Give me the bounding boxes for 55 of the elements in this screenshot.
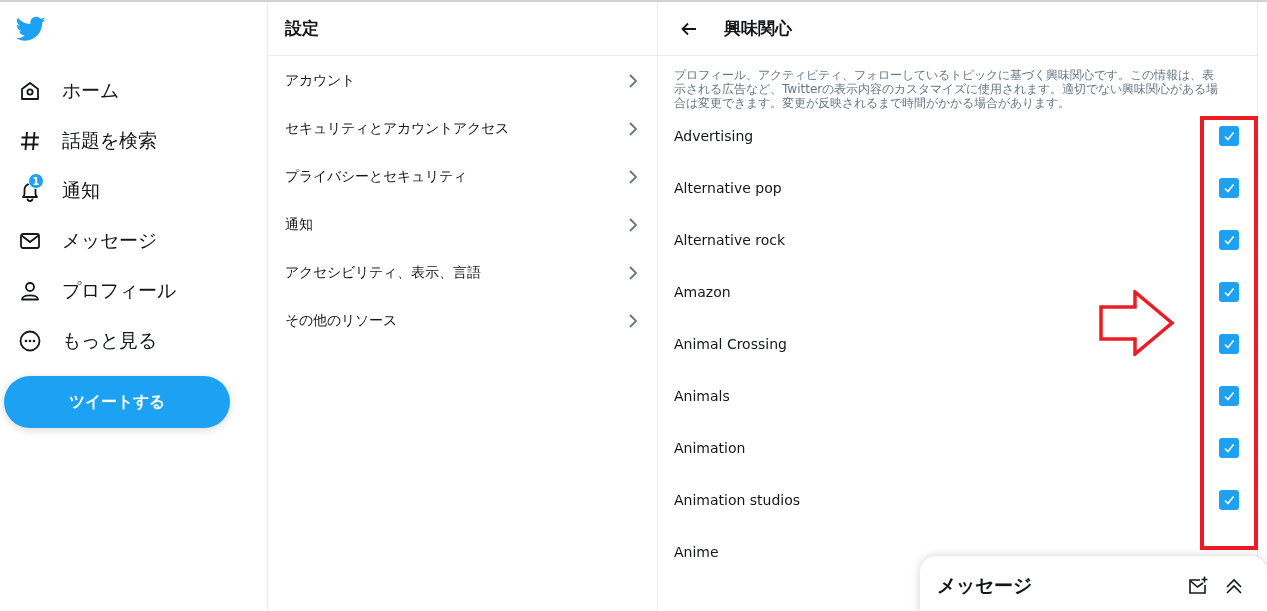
- hashtag-icon: [18, 129, 42, 153]
- bird-logo-icon[interactable]: [16, 16, 46, 42]
- interest-label: Animation studios: [674, 492, 801, 508]
- checkmark-icon: [1222, 389, 1236, 403]
- chevron-right-icon: [627, 121, 639, 137]
- person-icon: [18, 279, 42, 303]
- drawer-title: メッセージ: [937, 573, 1032, 598]
- chevron-right-icon: [627, 265, 639, 281]
- interest-label: Anime: [674, 544, 719, 560]
- settings-item[interactable]: アカウント: [268, 57, 657, 105]
- interest-label: Amazon: [674, 284, 731, 300]
- description-text: プロフィール、アクティビティ、フォローしているトピックに基づく興味関心です。この情報は、表示される広告など、Twitterの表示内容のカスタマイズに使用されます。適切でない興味関心がある場合は変更できます。変更が反映されるまで時間がかかる場合があります。: [674, 68, 1220, 110]
- nav-item[interactable]: もっと見る: [4, 316, 267, 366]
- settings-item[interactable]: その他のリソース: [268, 297, 657, 345]
- settings-item[interactable]: アクセシビリティ、表示、言語: [268, 249, 657, 297]
- checkmark-icon: [1222, 285, 1236, 299]
- interest-label: Alternative rock: [674, 232, 786, 248]
- nav-item[interactable]: 1 通知: [4, 166, 267, 216]
- checkmark-icon: [1222, 181, 1236, 195]
- more-icon: [18, 329, 42, 353]
- interest-label: Advertising: [674, 128, 754, 144]
- checkmark-icon: [1222, 337, 1236, 351]
- messages-drawer[interactable]: メッセージ: [920, 556, 1267, 611]
- checkbox[interactable]: [1219, 282, 1239, 302]
- checkbox[interactable]: [1219, 386, 1239, 406]
- checkbox[interactable]: [1219, 334, 1239, 354]
- home-icon: [18, 79, 42, 103]
- settings-item[interactable]: 通知: [268, 201, 657, 249]
- interest-label: Animals: [674, 388, 730, 404]
- chevron-right-icon: [627, 313, 639, 329]
- chevron-right-icon: [627, 73, 639, 89]
- checkbox[interactable]: [1219, 438, 1239, 458]
- column-title: 興味関心: [724, 17, 792, 40]
- settings-item[interactable]: プライバシーとセキュリティ: [268, 153, 657, 201]
- nav-item[interactable]: メッセージ: [4, 216, 267, 266]
- nav-item[interactable]: プロフィール: [4, 266, 267, 316]
- checkbox[interactable]: [1219, 230, 1239, 250]
- checkmark-icon: [1222, 493, 1236, 507]
- checkbox[interactable]: [1219, 490, 1239, 510]
- interest-label: Alternative pop: [674, 180, 782, 196]
- interest-label: Animal Crossing: [674, 336, 787, 352]
- checkmark-icon: [1222, 441, 1236, 455]
- interest-label: Animation: [674, 440, 746, 456]
- settings-item[interactable]: セキュリティとアカウントアクセス: [268, 105, 657, 153]
- checkbox[interactable]: [1219, 178, 1239, 198]
- checkmark-icon: [1222, 129, 1236, 143]
- checkbox[interactable]: [1219, 126, 1239, 146]
- column-title: 設定: [285, 17, 319, 40]
- nav-item[interactable]: 話題を検索: [4, 116, 267, 166]
- new-message-icon[interactable]: [1187, 575, 1209, 597]
- chevron-right-icon: [627, 169, 639, 185]
- nav-item[interactable]: ホーム: [4, 66, 267, 116]
- checkmark-icon: [1222, 233, 1236, 247]
- chevron-right-icon: [627, 217, 639, 233]
- notification-badge: 1: [28, 173, 44, 189]
